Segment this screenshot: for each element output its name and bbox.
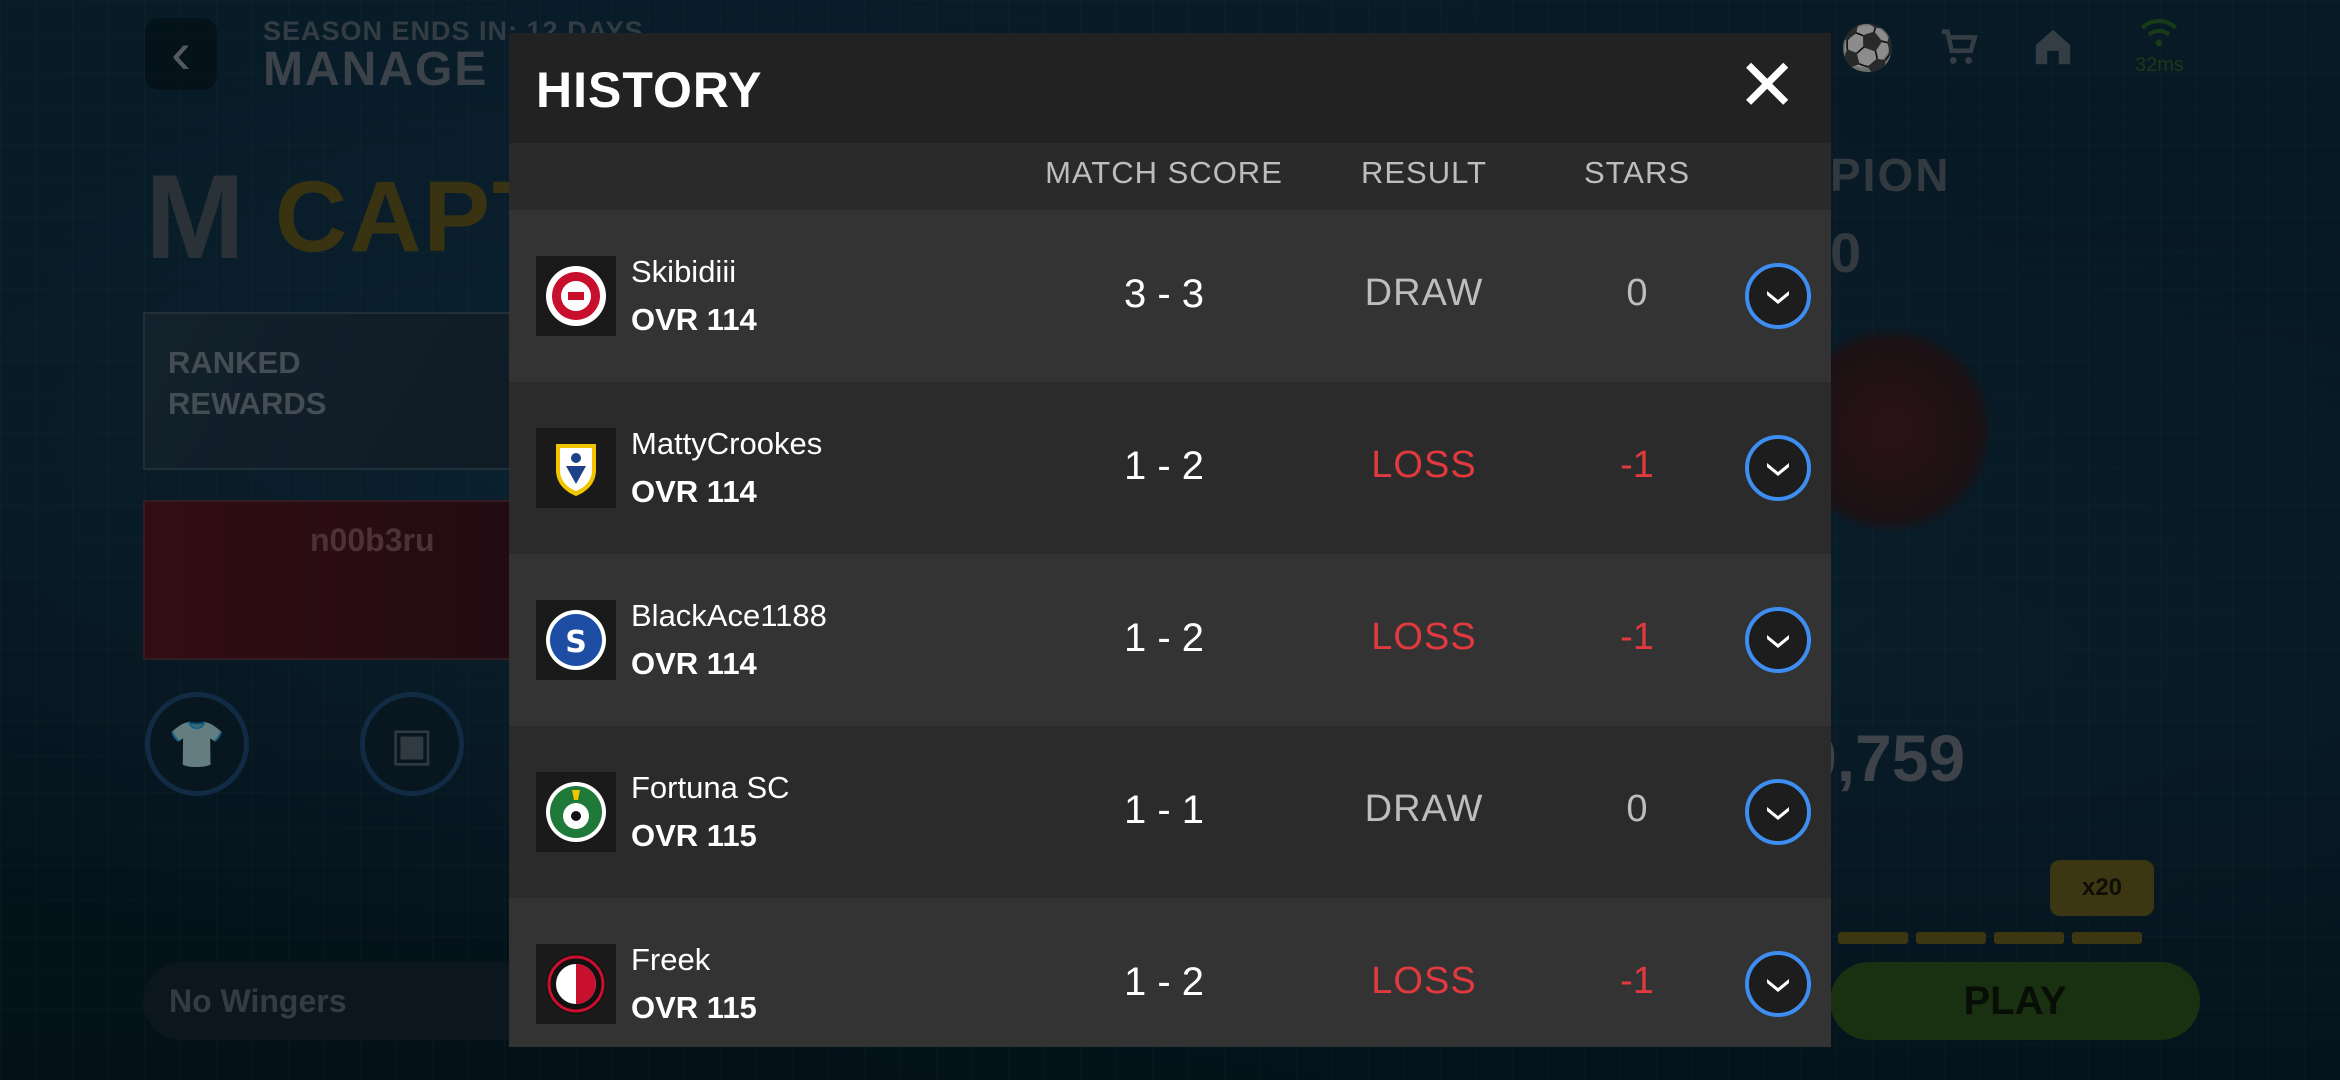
expand-match-button[interactable] xyxy=(1745,779,1811,845)
match-result: LOSS xyxy=(1371,444,1477,486)
expand-match-button[interactable] xyxy=(1745,951,1811,1017)
column-headers: MATCH SCORE RESULT STARS xyxy=(509,143,1831,210)
modal-title: HISTORY xyxy=(536,62,763,118)
leeds-logo xyxy=(536,428,616,508)
match-row: MattyCrookes OVR 114 1 - 2 LOSS -1 xyxy=(509,382,1831,554)
match-stars: 0 xyxy=(1626,788,1648,830)
close-icon[interactable]: ✕ xyxy=(1737,50,1797,122)
match-score: 1 - 2 xyxy=(1123,444,1205,488)
match-stars: -1 xyxy=(1620,444,1654,486)
match-row: S BlackAce1188 OVR 114 1 - 2 LOSS -1 xyxy=(509,554,1831,726)
match-stars: 0 xyxy=(1626,272,1648,314)
opponent-ovr: OVR 115 xyxy=(631,990,757,1025)
match-score: 1 - 2 xyxy=(1123,960,1205,1004)
opponent-name: BlackAce1188 xyxy=(631,598,827,633)
expand-match-button[interactable] xyxy=(1745,435,1811,501)
column-result: RESULT xyxy=(1360,155,1487,190)
opponent-name: Fortuna SC xyxy=(631,770,790,805)
modal-header: HISTORY ✕ xyxy=(509,33,1831,143)
expand-match-button[interactable] xyxy=(1745,607,1811,673)
chevron-down-icon xyxy=(1767,463,1789,476)
svg-text:S: S xyxy=(565,625,587,660)
opponent-name: Skibidiii xyxy=(631,254,737,289)
opponent-name: MattyCrookes xyxy=(631,426,823,461)
match-result: LOSS xyxy=(1371,960,1477,1002)
expand-match-button[interactable] xyxy=(1745,263,1811,329)
opponent-ovr: OVR 114 xyxy=(631,646,757,681)
match-score: 1 - 1 xyxy=(1123,788,1205,832)
opponent-ovr: OVR 115 xyxy=(631,818,757,853)
opponent-ovr: OVR 114 xyxy=(631,302,757,337)
match-result: LOSS xyxy=(1371,616,1477,658)
match-score: 3 - 3 xyxy=(1123,272,1205,316)
chevron-down-icon xyxy=(1767,635,1789,648)
opponent-name: Freek xyxy=(631,942,711,977)
match-stars: -1 xyxy=(1620,960,1654,1002)
chevron-down-icon xyxy=(1767,807,1789,820)
opponent-ovr: OVR 114 xyxy=(631,474,757,509)
history-modal: HISTORY ✕ MATCH SCORE RESULT STARS Skibi xyxy=(509,33,1831,1047)
fortuna-logo xyxy=(536,772,616,852)
schalke-logo: S xyxy=(536,600,616,680)
match-row: Skibidiii OVR 114 3 - 3 DRAW 0 xyxy=(509,210,1831,382)
match-row: Freek OVR 115 1 - 2 LOSS -1 xyxy=(509,898,1831,1047)
chevron-down-icon xyxy=(1767,979,1789,992)
feyenoord-logo xyxy=(536,944,616,1024)
match-stars: -1 xyxy=(1620,616,1654,658)
match-result: DRAW xyxy=(1364,788,1484,830)
column-match-score: MATCH SCORE xyxy=(1045,155,1283,190)
st-pauli-logo xyxy=(536,256,616,336)
chevron-down-icon xyxy=(1767,291,1789,304)
column-stars: STARS xyxy=(1583,155,1691,190)
match-row: Fortuna SC OVR 115 1 - 1 DRAW 0 xyxy=(509,726,1831,898)
match-result: DRAW xyxy=(1364,272,1484,314)
match-score: 1 - 2 xyxy=(1123,616,1205,660)
match-list: Skibidiii OVR 114 3 - 3 DRAW 0 MattyCroo… xyxy=(509,210,1831,1047)
